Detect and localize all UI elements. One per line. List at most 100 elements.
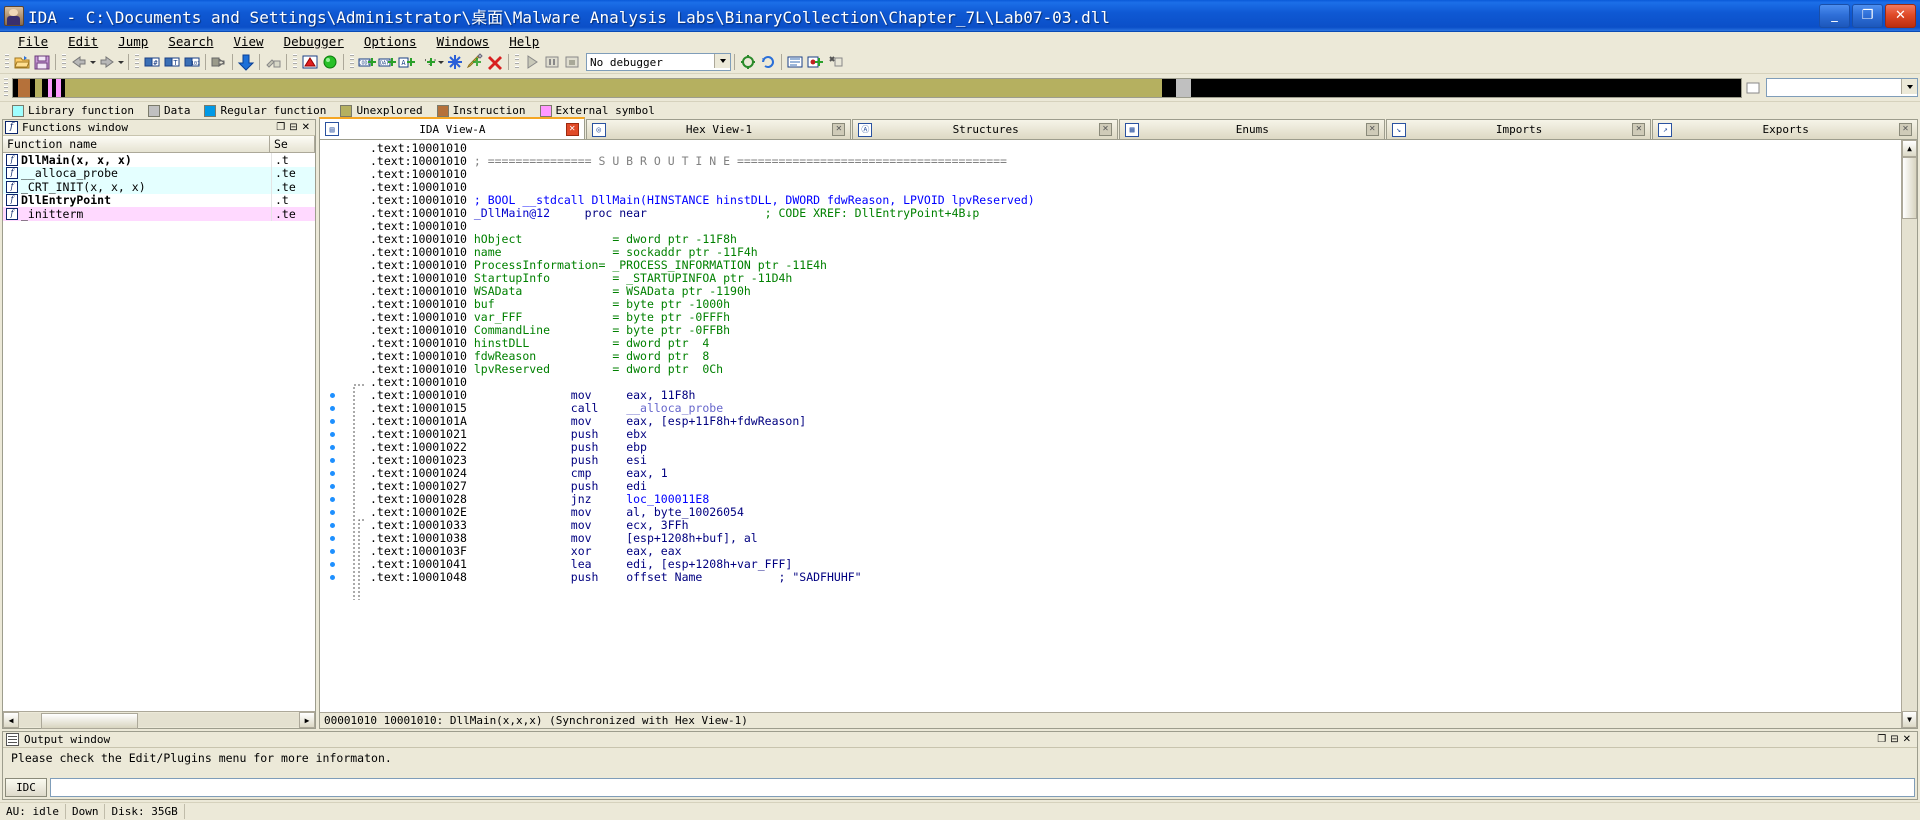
command-input[interactable] — [50, 777, 1915, 797]
minimize-button[interactable]: _ — [1819, 3, 1850, 28]
scroll-down-icon[interactable]: ▼ — [1902, 711, 1917, 728]
close-icon[interactable]: ✕ — [302, 122, 310, 133]
close-icon[interactable]: ✕ — [565, 122, 579, 136]
list-item[interactable]: f DllMain(x, x, x) .t — [3, 153, 315, 167]
menu-item-file[interactable]: File — [8, 33, 58, 50]
code-area[interactable]: .text:10001010 .text:10001010 ; ========… — [320, 140, 1901, 712]
scroll-track[interactable] — [19, 713, 299, 729]
breakpoint-marker-icon[interactable] — [330, 484, 335, 489]
tab-ida-view-a[interactable]: ▤ IDA View-A ✕ — [319, 117, 585, 139]
search-binary-icon[interactable]: 101 — [183, 53, 201, 71]
maximize-button[interactable]: ❐ — [1852, 3, 1883, 28]
tab-structures[interactable]: Ⓐ Structures ✕ — [852, 119, 1119, 139]
delete-icon[interactable] — [486, 53, 504, 71]
column-header-function-name[interactable]: Function name — [3, 136, 270, 152]
breakpoint-marker-icon[interactable] — [330, 497, 335, 502]
breakpoint-marker-icon[interactable] — [330, 575, 335, 580]
make-struct-icon[interactable]: 's' — [418, 53, 436, 71]
chevron-down-icon[interactable] — [714, 54, 730, 68]
menu-item-options[interactable]: Options — [354, 33, 427, 50]
navigation-band[interactable] — [12, 77, 1742, 98]
breakpoint-marker-icon[interactable] — [330, 393, 335, 398]
close-button[interactable]: ✕ — [1885, 3, 1916, 28]
navband-grip[interactable] — [4, 77, 8, 98]
breakpoint-marker-icon[interactable] — [330, 445, 335, 450]
disassembly-line[interactable]: .text:10001010 — [370, 168, 1901, 181]
toolbar-grip-3[interactable] — [135, 54, 139, 70]
back-arrow-icon[interactable] — [70, 53, 88, 71]
menu-item-edit[interactable]: Edit — [58, 33, 108, 50]
debugger-options-icon[interactable] — [739, 53, 757, 71]
menu-item-view[interactable]: View — [223, 33, 273, 50]
disassembly-line[interactable]: .text:10001010 lpvReserved = dword ptr 0… — [370, 363, 1901, 376]
unlock-icon[interactable] — [264, 53, 282, 71]
restore-icon[interactable]: ⊟ — [1890, 734, 1898, 745]
green-circle-icon[interactable] — [321, 53, 339, 71]
scroll-up-icon[interactable]: ▲ — [1902, 140, 1917, 157]
breakpoint-marker-icon[interactable] — [330, 523, 335, 528]
close-icon[interactable]: ✕ — [1899, 123, 1913, 136]
search-text-icon[interactable]: T — [163, 53, 181, 71]
maximize-icon[interactable]: ❐ — [1877, 734, 1886, 745]
delete-breakpoint-icon[interactable] — [826, 53, 844, 71]
chevron-down-icon[interactable] — [1901, 79, 1917, 94]
tab-enums[interactable]: ▦ Enums ✕ — [1119, 119, 1385, 139]
menu-item-search[interactable]: Search — [158, 33, 223, 50]
navband-combo[interactable] — [1766, 78, 1918, 97]
make-data-icon[interactable]: DAT — [378, 53, 396, 71]
struct-dropdown-icon[interactable] — [437, 53, 445, 71]
run-icon[interactable] — [523, 53, 541, 71]
breakpoint-marker-icon[interactable] — [330, 471, 335, 476]
close-icon[interactable]: ✕ — [1365, 123, 1379, 136]
functions-list[interactable]: f DllMain(x, x, x) .t f __alloca_probe .… — [3, 153, 315, 711]
breakpoint-marker-icon[interactable] — [330, 510, 335, 515]
scroll-right-icon[interactable]: ▶ — [299, 712, 315, 728]
menu-item-jump[interactable]: Jump — [108, 33, 158, 50]
idc-button[interactable]: IDC — [5, 777, 47, 797]
breakpoint-marker-icon[interactable] — [330, 549, 335, 554]
make-ascii-icon[interactable]: A — [398, 53, 416, 71]
close-icon[interactable]: ✕ — [832, 123, 846, 136]
scroll-track[interactable] — [1902, 157, 1917, 711]
scroll-thumb[interactable] — [1902, 157, 1917, 219]
list-item[interactable]: f _CRT_INIT(x, x, x) .te — [3, 179, 315, 194]
forward-arrow-icon[interactable] — [98, 53, 116, 71]
breakpoint-marker-icon[interactable] — [330, 562, 335, 567]
menu-item-debugger[interactable]: Debugger — [274, 33, 354, 50]
toolbar-grip[interactable] — [5, 54, 9, 70]
tab-imports[interactable]: ↘ Imports ✕ — [1385, 119, 1652, 139]
refresh-icon[interactable] — [759, 53, 777, 71]
pause-icon[interactable] — [543, 53, 561, 71]
tab-hex-view-1[interactable]: ◎ Hex View-1 ✕ — [585, 119, 852, 139]
open-file-icon[interactable] — [13, 53, 31, 71]
jump-icon[interactable] — [210, 53, 228, 71]
close-icon[interactable]: ✕ — [1632, 123, 1646, 136]
list-item[interactable]: f DllEntryPoint .t — [3, 193, 315, 208]
make-array-icon[interactable] — [446, 53, 464, 71]
toolbar-grip-4[interactable] — [293, 54, 297, 70]
search-hex-icon[interactable]: # — [143, 53, 161, 71]
warning-icon[interactable] — [301, 53, 319, 71]
add-breakpoint-icon[interactable] — [806, 53, 824, 71]
disassembly-line[interactable]: .text:10001048 push offset Name ; "SADFH… — [370, 571, 1901, 584]
edit-function-icon[interactable] — [466, 53, 484, 71]
output-window-body[interactable]: Please check the Edit/Plugins menu for m… — [3, 748, 1917, 777]
stop-icon[interactable] — [563, 53, 581, 71]
menu-item-help[interactable]: Help — [499, 33, 549, 50]
breakpoint-list-icon[interactable] — [786, 53, 804, 71]
breakpoint-marker-icon[interactable] — [330, 536, 335, 541]
close-icon[interactable]: ✕ — [1099, 123, 1113, 136]
functions-horizontal-scrollbar[interactable]: ◀ ▶ — [3, 712, 315, 729]
forward-dropdown-icon[interactable] — [117, 53, 125, 71]
down-arrow-icon[interactable] — [237, 53, 255, 71]
code-lines[interactable]: .text:10001010 .text:10001010 ; ========… — [370, 140, 1901, 712]
make-code-icon[interactable]: CODE — [358, 53, 376, 71]
breakpoint-marker-icon[interactable] — [330, 432, 335, 437]
disassembly-line[interactable]: .text:10001010 _DllMain@12 proc near ; C… — [370, 207, 1901, 220]
toolbar-grip-5[interactable] — [350, 54, 354, 70]
breakpoint-marker-icon[interactable] — [330, 406, 335, 411]
breakpoint-marker-icon[interactable] — [330, 458, 335, 463]
maximize-icon[interactable]: ❐ — [276, 122, 285, 133]
scroll-left-icon[interactable]: ◀ — [3, 712, 19, 728]
menu-item-windows[interactable]: Windows — [427, 33, 500, 50]
